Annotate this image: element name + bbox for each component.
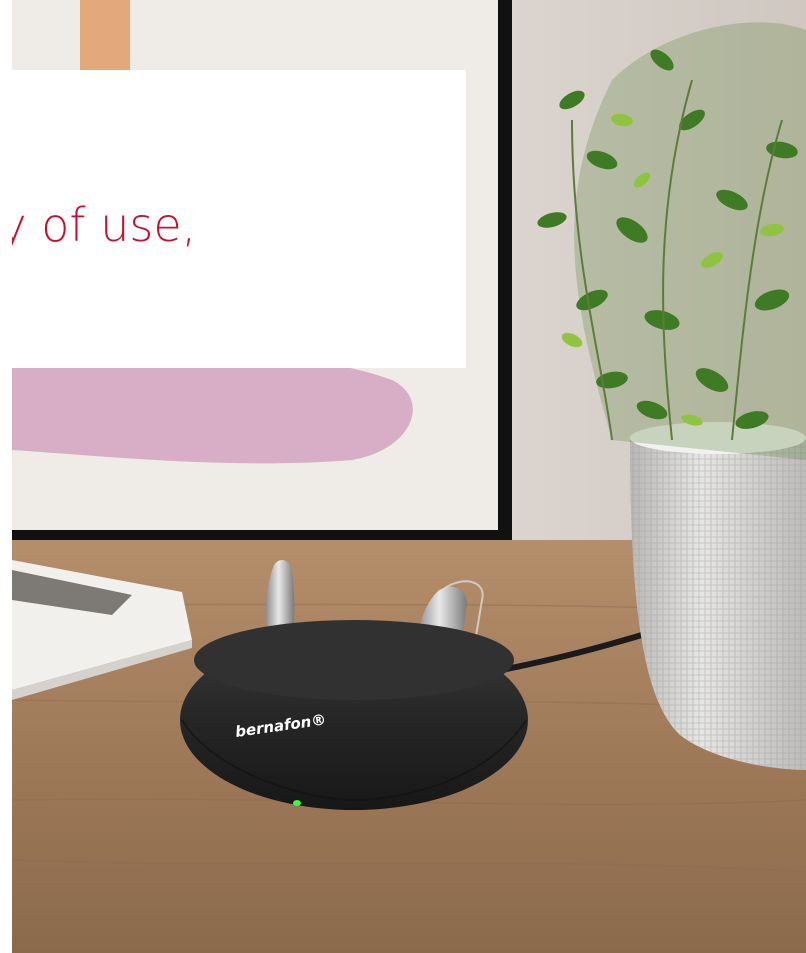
product-photo: bernafon® day of use, ing: [12, 0, 806, 953]
headline-text: day of use, ing: [12, 198, 197, 252]
charger: bernafon®: [180, 620, 528, 810]
headline-card: day of use, ing: [12, 70, 466, 368]
charging-led: [293, 800, 301, 806]
